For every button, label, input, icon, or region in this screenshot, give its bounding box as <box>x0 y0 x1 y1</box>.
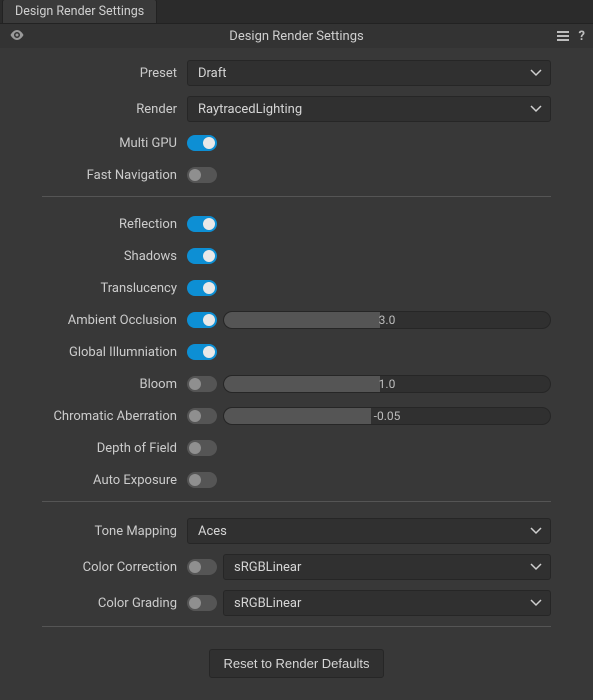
chevron-down-icon <box>530 69 542 77</box>
slider-fill <box>224 376 380 392</box>
menu-icon[interactable] <box>557 31 569 41</box>
slider-fill <box>224 408 371 424</box>
depth-of-field-toggle[interactable] <box>187 440 217 456</box>
render-select[interactable]: RaytracedLighting <box>187 96 551 122</box>
multi-gpu-label: Multi GPU <box>42 136 187 151</box>
color-correction-select[interactable]: sRGBLinear <box>223 554 551 580</box>
tab-design-render-settings[interactable]: Design Render Settings <box>2 0 157 23</box>
chromatic-aberration-toggle[interactable] <box>187 408 217 424</box>
chevron-down-icon <box>530 599 542 607</box>
chromatic-aberration-slider[interactable]: -0.05 <box>223 407 551 425</box>
color-grading-select[interactable]: sRGBLinear <box>223 590 551 616</box>
tone-mapping-select[interactable]: Aces <box>187 518 551 544</box>
fast-navigation-label: Fast Navigation <box>42 168 187 183</box>
render-label: Render <box>42 102 187 117</box>
color-correction-value: sRGBLinear <box>234 560 301 575</box>
fast-navigation-toggle[interactable] <box>187 167 217 183</box>
render-value: RaytracedLighting <box>198 102 302 117</box>
divider <box>42 196 551 197</box>
reflection-label: Reflection <box>42 217 187 232</box>
ambient-occlusion-label: Ambient Occlusion <box>42 313 187 328</box>
color-grading-value: sRGBLinear <box>234 596 301 611</box>
auto-exposure-label: Auto Exposure <box>42 473 187 488</box>
tone-mapping-label: Tone Mapping <box>42 524 187 539</box>
settings-panel: Preset Draft Render RaytracedLighting Mu… <box>0 48 593 700</box>
bloom-label: Bloom <box>42 377 187 392</box>
bloom-slider[interactable]: 1.0 <box>223 375 551 393</box>
reset-button-label: Reset to Render Defaults <box>224 656 370 671</box>
chevron-down-icon <box>530 105 542 113</box>
preset-label: Preset <box>42 66 187 81</box>
global-illumination-toggle[interactable] <box>187 344 217 360</box>
color-grading-label: Color Grading <box>42 596 187 611</box>
reset-defaults-button[interactable]: Reset to Render Defaults <box>209 649 385 678</box>
translucency-toggle[interactable] <box>187 280 217 296</box>
reflection-toggle[interactable] <box>187 216 217 232</box>
slider-fill <box>224 312 380 328</box>
chevron-down-icon <box>530 527 542 535</box>
panel-header: Design Render Settings ? <box>0 24 593 48</box>
bloom-value: 1.0 <box>379 377 396 391</box>
divider <box>42 501 551 502</box>
color-correction-toggle[interactable] <box>187 559 217 575</box>
chevron-down-icon <box>530 563 542 571</box>
ambient-occlusion-slider[interactable]: 3.0 <box>223 311 551 329</box>
global-illumination-label: Global Illumniation <box>42 345 187 360</box>
translucency-label: Translucency <box>42 281 187 296</box>
tab-bar: Design Render Settings <box>0 0 593 24</box>
tone-mapping-value: Aces <box>198 524 227 539</box>
color-grading-toggle[interactable] <box>187 595 217 611</box>
bloom-toggle[interactable] <box>187 376 217 392</box>
chromatic-aberration-value: -0.05 <box>374 409 401 423</box>
panel-title: Design Render Settings <box>229 29 363 44</box>
shadows-label: Shadows <box>42 249 187 264</box>
color-correction-label: Color Correction <box>42 560 187 575</box>
tab-label: Design Render Settings <box>15 4 144 19</box>
help-icon[interactable]: ? <box>579 30 585 43</box>
ambient-occlusion-value: 3.0 <box>379 313 396 327</box>
preset-select[interactable]: Draft <box>187 60 551 86</box>
shadows-toggle[interactable] <box>187 248 217 264</box>
visibility-icon[interactable] <box>10 30 24 43</box>
depth-of-field-label: Depth of Field <box>42 441 187 456</box>
auto-exposure-toggle[interactable] <box>187 472 217 488</box>
divider <box>42 626 551 627</box>
multi-gpu-toggle[interactable] <box>187 135 217 151</box>
ambient-occlusion-toggle[interactable] <box>187 312 217 328</box>
preset-value: Draft <box>198 66 227 81</box>
chromatic-aberration-label: Chromatic Aberration <box>42 409 187 424</box>
